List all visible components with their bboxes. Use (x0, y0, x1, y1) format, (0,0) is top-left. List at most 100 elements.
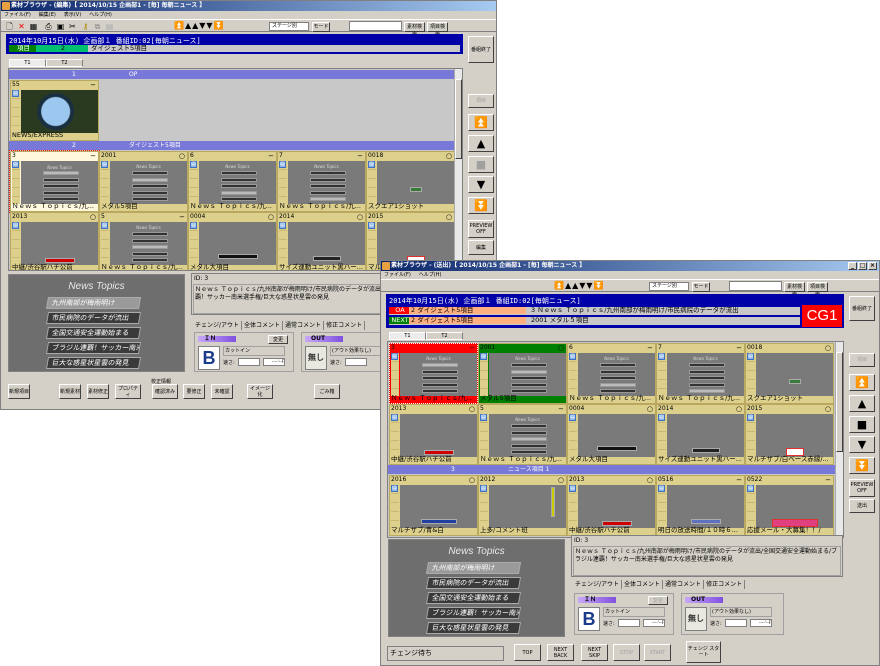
in-frames[interactable]: ----'--F (643, 619, 665, 627)
tab-overall-comment[interactable]: 全体コメント (622, 580, 664, 589)
mode-button[interactable]: モード (692, 282, 710, 292)
material-cell[interactable]: 0522 − ▤ 応援メール・大募集！！/ (745, 475, 834, 536)
material-cell[interactable]: 2015 ○ ▤ マルチザブ/白ベース赤縁/... (745, 404, 834, 465)
move-down-button[interactable]: ▼ (849, 436, 875, 453)
material-cell[interactable]: 0004 ○ ▤ メタル大項目 (188, 212, 277, 270)
move-up-button[interactable]: ▲ (849, 395, 875, 412)
tab-normal-comment[interactable]: 通常コメント (283, 321, 325, 330)
material-cell[interactable]: 5 − ▤ News Topics Ｎｅｗｓ Ｔｏｐｉｃｓ/九... (478, 404, 567, 465)
preview-off-button[interactable]: PREVIEW OFF (468, 220, 494, 238)
bottom-button-4[interactable]: 確認済み (152, 384, 178, 399)
close-button[interactable]: × (868, 262, 877, 270)
in-effect[interactable]: カットイン (223, 346, 285, 356)
tab-normal-comment[interactable]: 通常コメント (663, 580, 705, 589)
menu-help[interactable]: ヘルプ(H) (419, 271, 442, 279)
material-cell[interactable]: 6 − ▤ News Topics Ｎｅｗｓ Ｔｏｐｉｃｓ/九... (188, 151, 277, 212)
material-cell[interactable]: 7 − ▤ News Topics Ｎｅｗｓ Ｔｏｐｉｃｓ/九... (277, 151, 366, 212)
menu-view[interactable]: 表示(V) (64, 11, 81, 19)
material-cell[interactable]: 2012 ○ ▤ 上多/コメント班 (478, 475, 567, 536)
preview-off-button[interactable]: PREVIEW OFF (849, 479, 875, 497)
menu-help[interactable]: ヘルプ(H) (89, 11, 112, 19)
in-speed-input[interactable] (238, 358, 260, 366)
item-button[interactable]: 項目 (468, 94, 494, 108)
stage-select[interactable]: ステージ別 (269, 22, 309, 31)
search-input[interactable] (349, 21, 402, 31)
control-button-0[interactable]: TOP (514, 644, 541, 661)
tab-overall-comment[interactable]: 全体コメント (242, 321, 284, 330)
move-up-button[interactable]: ▲ (468, 135, 494, 152)
delete-icon[interactable]: ✕ (17, 22, 26, 31)
send-button[interactable]: 送出 (849, 499, 875, 513)
cut-icon[interactable]: ✂ (68, 22, 77, 31)
in-frames[interactable]: ----'--F (263, 358, 285, 366)
menu-edit[interactable]: 編集(E) (39, 11, 56, 19)
bottom-button-8[interactable]: ごみ箱 (314, 384, 340, 399)
vertical-scrollbar[interactable] (835, 342, 843, 537)
material-cell[interactable]: 0018 ○ ▤ スクエア1ショット (366, 151, 455, 212)
change-button[interactable]: 変更 (268, 335, 288, 344)
tab-correction-comment[interactable]: 修正コメント (324, 321, 366, 330)
control-button-1[interactable]: NEXT BACK (547, 644, 574, 661)
search-input[interactable] (729, 281, 782, 291)
tab-change-out[interactable]: チェンジ/アウト (573, 580, 623, 589)
key-icon[interactable]: ⚷ (81, 22, 90, 31)
group-bar[interactable]: 1 OP (9, 70, 456, 79)
material-cell[interactable]: 7 − ▤ News Topics Ｎｅｗｓ Ｔｏｐｉｃｓ/九... (656, 343, 745, 404)
material-cell[interactable]: 2013 ○ ▤ 中継/渋谷駅ハチ公前 (389, 404, 478, 465)
end-program-button[interactable]: 番組終了 (849, 296, 875, 321)
material-cell[interactable]: 3 − ▤ News Topics Ｎｅｗｓ Ｔｏｐｉｃｓ/九... (9, 150, 100, 213)
scrollbar-thumb[interactable] (836, 352, 843, 452)
bottom-button-0[interactable]: 新規項目 (8, 384, 30, 399)
item-search-button[interactable]: 項目検索 (427, 22, 448, 38)
material-search-button[interactable]: 素材検索 (404, 22, 425, 38)
control-button-5[interactable]: チェンジ スタート (686, 641, 721, 663)
out-speed-input[interactable] (725, 619, 747, 627)
stop-button[interactable]: ■ (468, 156, 494, 173)
tab-correction-comment[interactable]: 修正コメント (704, 580, 746, 589)
material-search-button[interactable]: 素材検索 (784, 282, 805, 298)
bottom-button-5[interactable]: 要修正 (183, 384, 205, 399)
material-cell[interactable]: 3 − ▤ News Topics Ｎｅｗｓ Ｔｏｐｉｃｓ/九... (389, 343, 478, 404)
nav-arrows[interactable]: ⏫▲▲▼▼⏬ (554, 281, 605, 290)
control-button-2[interactable]: NEXT SKIP (581, 644, 608, 661)
material-cell[interactable]: 55 − ▤ NEWS/EXPRESS (10, 80, 99, 141)
move-down-button[interactable]: ▼ (468, 176, 494, 193)
scrollbar-thumb[interactable] (455, 79, 462, 159)
paste-icon[interactable]: ▤ (105, 22, 114, 31)
edit-button[interactable]: 編集 (468, 240, 494, 255)
material-cell[interactable]: 2013 ○ ▤ 中継/渋谷駅ハチ公前 (10, 212, 99, 270)
out-frames[interactable]: ----'--F (750, 619, 772, 627)
bottom-button-2[interactable]: 素材修正 (87, 384, 109, 399)
move-top-button[interactable]: ⏫ (468, 114, 494, 131)
in-effect[interactable]: カットイン (603, 607, 665, 617)
material-cell[interactable]: 6 − ▤ News Topics Ｎｅｗｓ Ｔｏｐｉｃｓ/九... (567, 343, 656, 404)
maximize-button[interactable]: □ (858, 262, 867, 270)
nav-arrows[interactable]: ⏫▲▲▼▼⏬ (174, 21, 225, 30)
material-cell[interactable]: 2016 ○ ▤ マルチザブ/青&白 (389, 475, 478, 536)
change-button[interactable]: 変更 (648, 596, 668, 605)
move-top-button[interactable]: ⏫ (849, 374, 875, 391)
in-speed-input[interactable] (618, 619, 640, 627)
bottom-button-6[interactable]: 未確認 (211, 384, 233, 399)
properties-icon[interactable]: ▦ (29, 22, 38, 31)
material-cell[interactable]: 2013 ○ ▤ 中継/渋谷駅ハチ公前 (567, 475, 656, 536)
new-icon[interactable]: 🗋 (5, 22, 14, 31)
material-cell[interactable]: 2014 ○ ▤ サイズ連動ユニット黒ハー... (656, 404, 745, 465)
material-cell[interactable]: 5 − ▤ News Topics Ｎｅｗｓ Ｔｏｐｉｃｓ/九... (99, 212, 188, 270)
material-cell[interactable]: 2014 ○ ▤ サイズ連動ユニット黒ハー... (277, 212, 366, 270)
end-program-button[interactable]: 番組終了 (468, 36, 494, 63)
tab-t1[interactable]: T1 (389, 332, 426, 340)
item-search-button[interactable]: 項目検索 (807, 282, 828, 298)
material-cell[interactable]: 0018 ○ ▤ スクエア1ショット (745, 343, 834, 404)
control-button-3[interactable]: STOP (613, 644, 640, 661)
move-bottom-button[interactable]: ⏬ (849, 457, 875, 474)
vertical-scrollbar[interactable] (454, 69, 462, 270)
material-cell[interactable]: 2001 ○ ▤ News Topics メタル5項目 (99, 151, 188, 212)
control-button-4[interactable]: START (644, 644, 671, 661)
print-icon[interactable]: ⎙ (44, 22, 53, 31)
menu-file[interactable]: ファイル(F) (384, 271, 411, 279)
image-icon[interactable]: ▣ (56, 22, 65, 31)
out-speed-input[interactable] (345, 358, 367, 366)
minimize-button[interactable]: _ (848, 262, 857, 270)
mode-button[interactable]: モード (312, 22, 330, 32)
